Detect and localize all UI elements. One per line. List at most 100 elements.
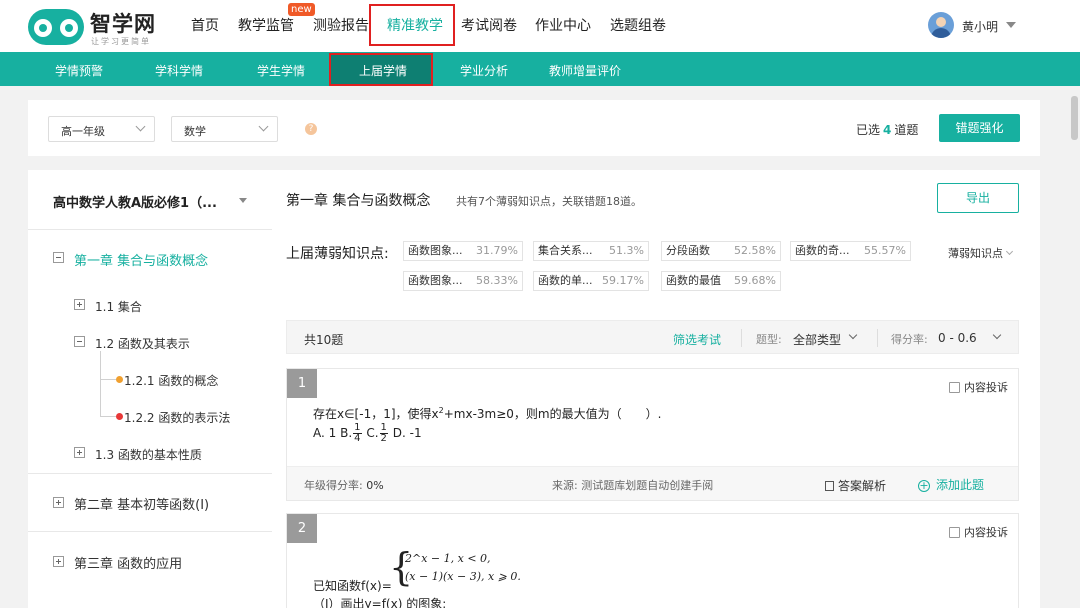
nav-homework-center[interactable]: 作业中心 (535, 15, 591, 35)
subnav-teacher-eval[interactable]: 教师增量评价 (549, 62, 621, 79)
weak-point-chip[interactable]: 函数图象... 58.33% (403, 271, 523, 291)
weak-point-name: 函数的奇... (795, 244, 850, 257)
subject-select[interactable]: 数学 (171, 116, 278, 142)
weak-point-chip[interactable]: 集合关系... 51.3% (533, 241, 649, 261)
export-button[interactable]: 导出 (937, 183, 1019, 213)
tree-chapter-2[interactable]: 第二章 基本初等函数(Ⅰ) (74, 494, 209, 513)
expand-icon[interactable] (74, 299, 85, 310)
grade-select-value: 高一年级 (61, 125, 105, 138)
brand-logo[interactable]: 智学网 让学习更简单 (28, 6, 168, 48)
nav-exam-marking[interactable]: 考试阅卷 (461, 15, 517, 35)
selected-number: 4 (883, 123, 892, 137)
status-dot-orange (116, 376, 123, 383)
report-label: 内容投诉 (964, 381, 1008, 394)
tree-section-1-2[interactable]: 1.2 函数及其表示 (95, 335, 190, 352)
question-footer: 年级得分率: 0% 来源: 测试题库划题自动创建手阅 答案解析 + 添加此题 (287, 466, 1018, 500)
page-scrollbar[interactable] (1071, 96, 1078, 140)
sub-navigation-bar: 学情预警 学科学情 学生学情 (0, 52, 1080, 86)
nav-question-paper[interactable]: 选题组卷 (610, 15, 666, 35)
score-rate-label: 得分率: (891, 333, 928, 346)
subject-select-value: 数学 (184, 125, 206, 138)
question-stem: 已知函数f(x)= (313, 579, 392, 593)
avatar (928, 12, 954, 38)
grade-score-rate-label: 年级得分率: (304, 479, 363, 492)
filter-exam-link[interactable]: 筛选考试 (673, 331, 721, 348)
report-content-button[interactable]: 内容投诉 (949, 524, 1008, 540)
collapse-icon[interactable] (53, 252, 64, 263)
nav-quiz-report[interactable]: 测验报告 (313, 15, 369, 35)
divider (28, 473, 272, 474)
owl-logo-icon (28, 9, 84, 45)
new-badge: new (288, 3, 315, 16)
chevron-down-icon[interactable] (848, 330, 858, 340)
expand-icon[interactable] (53, 556, 64, 567)
option-b-label: B. (340, 426, 353, 440)
filter-bar: 高一年级 数学 ? 已选 4 道题 错题强化 (28, 100, 1040, 156)
divider (877, 329, 878, 347)
expand-icon[interactable] (74, 447, 85, 458)
weak-point-chip[interactable]: 函数的单... 59.17% (533, 271, 649, 291)
type-select[interactable]: 全部类型 (793, 331, 841, 348)
weak-point-name: 函数图象... (408, 274, 463, 287)
document-icon (825, 481, 834, 491)
nav-highlight-box (369, 4, 455, 46)
weak-point-chip[interactable]: 分段函数 52.58% (661, 241, 781, 261)
chapter-sidebar: 高中数学人教A版必修1（... 第一章 集合与函数概念 1.1 集合 1.2 函… (28, 170, 272, 608)
question-count: 共10题 (304, 333, 344, 347)
tree-section-1-1[interactable]: 1.1 集合 (95, 298, 142, 315)
type-label: 题型: (756, 333, 782, 346)
top-navigation-bar: 智学网 让学习更简单 首页 教学监管 new 测验报告 精准教学 考试阅卷 作业… (0, 0, 1080, 52)
weak-point-rate: 59.17% (602, 274, 644, 287)
help-icon[interactable]: ? (305, 123, 317, 135)
selected-prefix: 已选 (856, 123, 881, 137)
chapter-title: 第一章 集合与函数概念 (286, 193, 431, 209)
subnav-warning[interactable]: 学情预警 (55, 62, 103, 79)
tree-section-1-3[interactable]: 1.3 函数的基本性质 (95, 446, 202, 463)
status-dot-red (116, 413, 123, 420)
weak-point-name: 函数图象... (408, 244, 463, 257)
tree-section-1-2-2[interactable]: 1.2.2 函数的表示法 (124, 409, 230, 426)
user-name: 黄小明 (962, 20, 999, 34)
question-stem: 存在x∈[-1，1]，使得x2+mx-3m≥0，则m的最大值为（ ）. (313, 405, 661, 422)
chevron-down-icon[interactable] (992, 330, 1002, 340)
option-a: A. 1 (313, 426, 337, 440)
fraction-denominator: 2 (380, 433, 387, 444)
tree-section-1-2-1[interactable]: 1.2.1 函数的概念 (124, 372, 218, 389)
grade-select[interactable]: 高一年级 (48, 116, 155, 142)
weak-point-name: 函数的单... (538, 274, 593, 287)
weak-point-name: 函数的最值 (666, 274, 721, 287)
tree-chapter-3[interactable]: 第三章 函数的应用 (74, 553, 182, 572)
chevron-down-icon (258, 121, 269, 132)
weak-point-chip[interactable]: 函数的最值 59.68% (661, 271, 781, 291)
weak-points-dropdown[interactable]: 薄弱知识点 (948, 245, 1014, 261)
nav-home[interactable]: 首页 (191, 15, 219, 35)
question-subpart: （Ⅰ）画出y=f(x) 的图象; (313, 597, 447, 608)
wrong-question-strengthen-button[interactable]: 错题强化 (939, 114, 1020, 142)
stem-text-a: 存在x∈[-1，1]，使得x (313, 407, 439, 421)
subnav-student[interactable]: 学生学情 (257, 62, 305, 79)
report-content-button[interactable]: 内容投诉 (949, 379, 1008, 395)
weak-point-chip[interactable]: 函数图象... 31.79% (403, 241, 523, 261)
collapse-icon[interactable] (74, 336, 85, 347)
textbook-select[interactable]: 高中数学人教A版必修1（... (53, 192, 217, 211)
weak-point-rate: 52.58% (734, 244, 776, 257)
chevron-down-icon (1005, 247, 1014, 256)
score-rate-select[interactable]: 0 - 0.6 (938, 331, 977, 345)
weak-point-name: 分段函数 (666, 244, 710, 257)
nav-teaching-supervision[interactable]: 教学监管 (238, 15, 294, 35)
subnav-subject[interactable]: 学科学情 (155, 62, 203, 79)
weak-point-rate: 51.3% (609, 244, 644, 257)
piecewise-case-1: 2^x − 1, x < 0, (405, 552, 491, 565)
fraction-denominator: 4 (354, 433, 361, 444)
subnav-academic-analysis[interactable]: 学业分析 (460, 62, 508, 79)
expand-icon[interactable] (53, 497, 64, 508)
option-b-fraction: 14 (353, 423, 362, 444)
caret-down-icon[interactable] (239, 198, 247, 203)
tree-chapter-1[interactable]: 第一章 集合与函数概念 (74, 250, 208, 269)
chapter-description: 共有7个薄弱知识点，关联错题18道。 (456, 195, 642, 208)
add-question-button[interactable]: + 添加此题 (918, 476, 984, 493)
selected-count: 已选 4 道题 (856, 121, 918, 138)
weak-point-chip[interactable]: 函数的奇... 55.57% (790, 241, 911, 261)
subnav-highlight-box (329, 53, 433, 86)
answer-analysis-button[interactable]: 答案解析 (825, 477, 886, 494)
